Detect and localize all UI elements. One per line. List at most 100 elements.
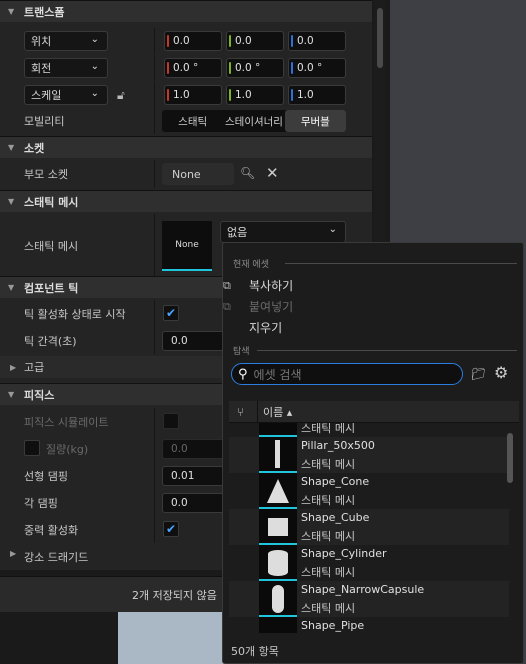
list-item[interactable]: 스태틱 메시 [229, 423, 509, 437]
asset-type: 스태틱 메시 [301, 530, 356, 543]
browse-socket-icon[interactable]: 🔍︎ [240, 166, 255, 180]
list-item[interactable]: Shape_Cylinder 스태틱 메시 [229, 545, 509, 581]
chevron-down-icon: ⌄ [328, 224, 337, 235]
scale-z-value: 1.0 [297, 89, 314, 101]
asset-search-field[interactable]: ⚲ 에셋 검색 [231, 363, 463, 385]
thumbnail-text: None [175, 240, 199, 250]
rotation-y-value: 0.0 ° [235, 62, 261, 74]
chevron-down-icon: ⌄ [90, 34, 99, 45]
unsaved-count-text[interactable]: 2개 저장되지 않음 [132, 587, 217, 603]
rotation-z-field[interactable]: 0.0 ° [288, 58, 346, 78]
mobility-stationary-option[interactable]: 스테이셔너리 [223, 110, 284, 132]
section-title: 고급 [24, 361, 45, 374]
simulate-physics-checkbox[interactable] [163, 413, 179, 429]
rotation-dropdown[interactable]: 회전 ⌄ [24, 58, 108, 78]
name-column-header[interactable]: 이름 ▴ [263, 404, 292, 420]
paste-menu-item[interactable]: ⧉ 붙여넣기 [223, 298, 294, 315]
unlock-icon[interactable]: 🔓︎ [117, 88, 125, 103]
asset-name: Shape_Pipe [301, 619, 365, 632]
simulate-physics-label: 피직스 시뮬레이트 [24, 415, 109, 429]
static-mesh-dropdown[interactable]: 없음 ⌄ [220, 221, 346, 243]
tick-interval-label: 틱 간격(초) [24, 334, 77, 348]
chevron-down-icon: ⌄ [90, 61, 99, 72]
delete-menu-item[interactable]: 지우기 [249, 319, 282, 336]
asset-thumbnail [259, 473, 297, 509]
asset-picker-popup: 현재 에셋 ⧉ 복사하기 ⧉ 붙여넣기 지우기 탐색 ⚲ 에셋 검색 📁︎ ⚙ … [222, 242, 524, 664]
static-mesh-thumbnail[interactable]: None [162, 221, 212, 271]
scale-y-value: 1.0 [235, 89, 252, 101]
section-static-mesh[interactable]: ▼ 스태틱 메시 [0, 190, 372, 212]
parent-socket-field[interactable]: None [162, 163, 234, 185]
section-transform[interactable]: ▼ 트랜스폼 [0, 0, 372, 22]
asset-type: 스태틱 메시 [301, 458, 356, 471]
collapse-arrow-icon: ▼ [8, 143, 15, 152]
viewport-preview [118, 612, 228, 664]
list-item[interactable]: Shape_Pipe [229, 617, 509, 633]
search-icon: ⚲ [238, 366, 248, 382]
paste-label: 붙여넣기 [249, 300, 294, 314]
expand-arrow-icon: ▶ [10, 362, 17, 372]
parent-socket-value: None [172, 167, 201, 181]
linear-damping-value: 0.01 [171, 470, 195, 482]
rotation-z-value: 0.0 ° [297, 62, 323, 74]
clear-icon[interactable]: ✕ [266, 164, 279, 182]
folder-icon[interactable]: 📁︎ [471, 367, 486, 381]
location-y-field[interactable]: 0.0 [226, 31, 284, 51]
copy-menu-item[interactable]: ⧉ 복사하기 [223, 277, 293, 294]
location-z-field[interactable]: 0.0 [288, 31, 346, 51]
divider [285, 263, 517, 264]
location-dropdown[interactable]: 위치 ⌄ [24, 31, 108, 51]
filter-icon[interactable]: ⑂ [237, 405, 244, 419]
collapse-arrow-icon: ▼ [8, 283, 15, 292]
scale-x-field[interactable]: 1.0 [164, 85, 222, 105]
asset-type: 스태틱 메시 [301, 602, 356, 615]
scrollbar-thumb[interactable] [377, 8, 383, 68]
asset-name: Shape_Cylinder [301, 547, 387, 560]
cut-label: 강소 드래기드 [24, 551, 89, 564]
location-x-value: 0.0 [173, 35, 190, 47]
list-item[interactable]: Shape_Cone 스태틱 메시 [229, 473, 509, 509]
trash-icon [223, 321, 237, 335]
section-title: 스태틱 메시 [24, 195, 79, 209]
list-item[interactable]: Pillar_50x500 스태틱 메시 [229, 437, 509, 473]
mobility-label: 모빌리티 [24, 115, 65, 128]
angular-damping-label: 각 댐핑 [24, 496, 58, 510]
tick-start-checkbox[interactable]: ✔ [163, 305, 179, 321]
scale-y-field[interactable]: 1.0 [226, 85, 284, 105]
asset-thumbnail [259, 423, 297, 437]
gravity-label: 중력 활성화 [24, 523, 79, 537]
location-label: 위치 [31, 35, 52, 48]
rotation-y-field[interactable]: 0.0 ° [226, 58, 284, 78]
mobility-static-option[interactable]: 스태틱 [162, 110, 223, 132]
gravity-checkbox[interactable]: ✔ [163, 521, 179, 537]
gear-icon[interactable]: ⚙ [494, 363, 508, 382]
asset-name: Shape_Cube [301, 511, 370, 524]
asset-thumbnail [259, 617, 297, 633]
chevron-down-icon: ⌄ [90, 88, 99, 99]
mobility-movable-option[interactable]: 무버블 [284, 110, 346, 132]
scale-dropdown[interactable]: 스케일 ⌄ [24, 85, 108, 105]
current-asset-header: 현재 에셋 [233, 260, 269, 270]
asset-type: 스태틱 메시 [301, 566, 356, 579]
asset-list: 스태틱 메시 Pillar_50x500 스태틱 메시 Shape_Cone 스태틱… [223, 423, 523, 633]
asset-thumbnail [259, 545, 297, 581]
mass-override-checkbox[interactable] [24, 440, 40, 456]
asset-list-scrollbar[interactable] [507, 433, 513, 483]
scale-label: 스케일 [31, 89, 62, 102]
list-item[interactable]: Shape_NarrowCapsule 스태틱 메시 [229, 581, 509, 617]
parent-socket-row: 부모 소켓 None 🔍︎ ✕ [0, 160, 372, 188]
asset-thumbnail [259, 509, 297, 545]
scale-x-value: 1.0 [173, 89, 190, 101]
asset-name: Pillar_50x500 [301, 439, 375, 452]
section-socket[interactable]: ▼ 소켓 [0, 136, 372, 158]
list-item[interactable]: Shape_Cube 스태틱 메시 [229, 509, 509, 545]
collapse-arrow-icon: ▼ [8, 390, 15, 399]
rotation-label: 회전 [31, 62, 52, 75]
mass-value: 0.0 [171, 443, 188, 455]
linear-damping-label: 선형 댐핑 [24, 469, 68, 483]
scale-z-field[interactable]: 1.0 [288, 85, 346, 105]
search-placeholder: 에셋 검색 [253, 367, 302, 382]
location-row: 위치 ⌄ 0.0 0.0 0.0 [0, 28, 372, 54]
location-x-field[interactable]: 0.0 [164, 31, 222, 51]
rotation-x-field[interactable]: 0.0 ° [164, 58, 222, 78]
